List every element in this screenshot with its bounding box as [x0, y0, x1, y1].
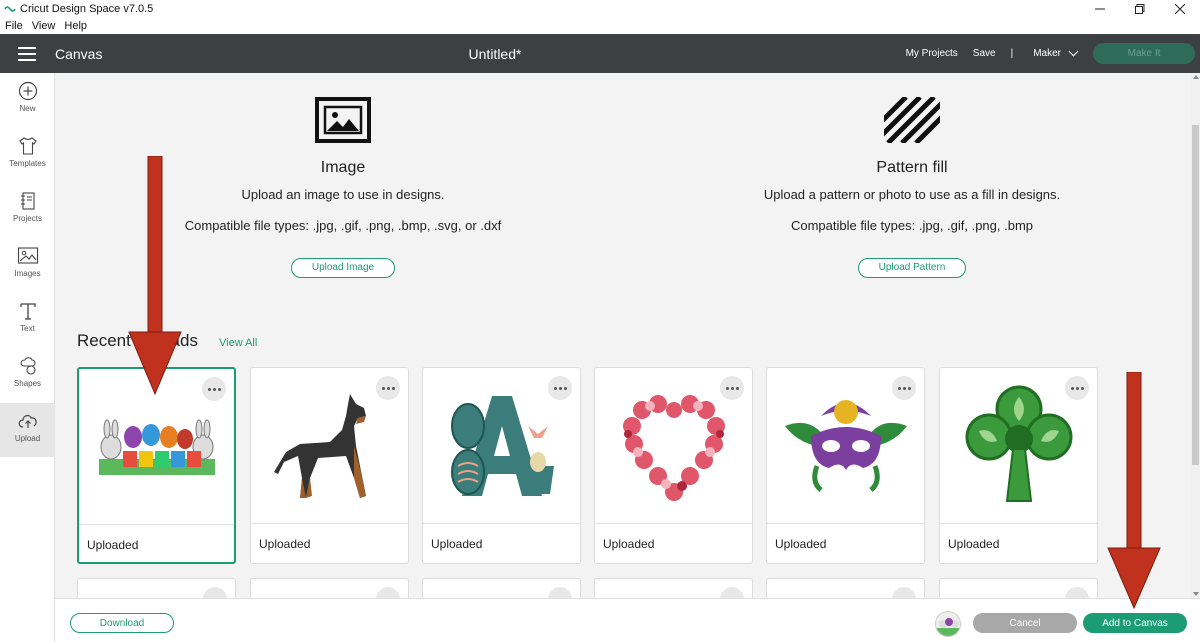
- card-options-icon[interactable]: [892, 376, 916, 400]
- card-label: Uploaded: [87, 538, 139, 552]
- upload-footer: Download Cancel Add to Canvas: [55, 598, 1200, 642]
- sidebar-item-label: Shapes: [13, 379, 42, 388]
- upload-card-4[interactable]: Uploaded: [594, 367, 753, 564]
- close-button[interactable]: [1160, 0, 1200, 18]
- plus-circle-icon: [18, 81, 37, 101]
- card-options-icon[interactable]: [202, 377, 226, 401]
- window-title-bar: Cricut Design Space v7.0.5: [0, 0, 1200, 18]
- sidebar-item-shapes[interactable]: Shapes: [0, 348, 55, 402]
- cancel-button[interactable]: Cancel: [973, 613, 1077, 633]
- menu-help[interactable]: Help: [64, 20, 87, 32]
- sidebar-item-label: Text: [20, 324, 35, 333]
- card-label: Uploaded: [948, 537, 1000, 551]
- add-to-canvas-button[interactable]: Add to Canvas: [1083, 613, 1187, 633]
- card-options-icon[interactable]: [1065, 376, 1089, 400]
- window-controls: [1080, 0, 1200, 18]
- upload-panel: Image Upload an image to use in designs.…: [55, 73, 1191, 598]
- sidebar-item-label: Projects: [13, 214, 42, 223]
- card-options-icon[interactable]: [720, 587, 744, 598]
- menu-file[interactable]: File: [5, 20, 23, 32]
- sidebar-item-projects[interactable]: Projects: [0, 183, 55, 237]
- card-options-icon[interactable]: [376, 587, 400, 598]
- sidebar-item-label: Upload: [14, 434, 41, 443]
- card-label: Uploaded: [775, 537, 827, 551]
- shirt-icon: [18, 137, 37, 155]
- card-options-icon[interactable]: [203, 587, 227, 598]
- main-scrollbar[interactable]: [1191, 73, 1200, 598]
- image-upload-icon: [315, 97, 371, 143]
- sidebar-item-templates[interactable]: Templates: [0, 128, 55, 182]
- upload-pattern-section: Pattern fill Upload a pattern or photo t…: [712, 97, 1112, 278]
- machine-selector[interactable]: Maker: [1033, 46, 1079, 59]
- upload-card-row2[interactable]: [766, 578, 925, 598]
- card-label: Uploaded: [259, 537, 311, 551]
- header-separator: |: [1010, 48, 1014, 59]
- scroll-up-arrow-icon[interactable]: [1193, 75, 1199, 79]
- upload-card-1[interactable]: Uploaded: [77, 367, 236, 564]
- machine-label: Maker: [1033, 48, 1061, 59]
- maximize-button[interactable]: [1120, 0, 1160, 18]
- sidebar-item-label: Templates: [9, 159, 46, 168]
- upload-card-row2[interactable]: [77, 578, 236, 598]
- sidebar-item-label: Images: [14, 269, 41, 278]
- image-heading: Image: [320, 159, 366, 176]
- selected-image-preview: [935, 611, 961, 637]
- document-title: Untitled*: [468, 45, 522, 62]
- pattern-heading: Pattern fill: [876, 159, 948, 176]
- app-header: Canvas Untitled* My Projects Save | Make…: [0, 34, 1200, 73]
- chevron-down-icon: [1068, 46, 1079, 57]
- card-options-icon[interactable]: [720, 376, 744, 400]
- card-options-icon[interactable]: [376, 376, 400, 400]
- upload-card-2[interactable]: Uploaded: [250, 367, 409, 564]
- upload-card-row2[interactable]: [422, 578, 581, 598]
- view-all-link[interactable]: View All: [219, 337, 257, 349]
- sidebar-item-text[interactable]: Text: [0, 293, 55, 347]
- pattern-description: Upload a pattern or photo to use as a fi…: [763, 187, 1061, 202]
- pattern-file-types: Compatible file types: .jpg, .gif, .png,…: [790, 218, 1034, 233]
- scroll-down-arrow-icon[interactable]: [1193, 592, 1199, 596]
- header-actions: My Projects Save | Maker Make It: [906, 34, 1200, 73]
- card-options-icon[interactable]: [548, 376, 572, 400]
- shapes-icon: [20, 357, 36, 375]
- make-it-button[interactable]: Make It: [1093, 43, 1195, 64]
- card-label: Uploaded: [431, 537, 483, 551]
- sidebar-item-upload[interactable]: Upload: [0, 403, 55, 457]
- sidebar-item-new[interactable]: New: [0, 73, 55, 127]
- left-sidebar: New Templates Projects Images Text Shape…: [0, 73, 55, 642]
- minimize-button[interactable]: [1080, 0, 1120, 18]
- card-options-icon[interactable]: [1065, 587, 1089, 598]
- upload-pattern-button[interactable]: Upload Pattern: [857, 258, 967, 278]
- sidebar-item-images[interactable]: Images: [0, 238, 55, 292]
- upload-card-6[interactable]: Uploaded: [939, 367, 1098, 564]
- upload-card-row2[interactable]: [939, 578, 1098, 598]
- card-options-icon[interactable]: [548, 587, 572, 598]
- upload-image-section: Image Upload an image to use in designs.…: [143, 97, 543, 278]
- menu-view[interactable]: View: [32, 20, 56, 32]
- menu-bar: File View Help: [0, 18, 1200, 34]
- upload-card-3[interactable]: Uploaded: [422, 367, 581, 564]
- image-icon: [17, 247, 38, 264]
- image-file-types: Compatible file types: .jpg, .gif, .png,…: [184, 218, 502, 233]
- card-label: Uploaded: [603, 537, 655, 551]
- upload-card-row2[interactable]: [250, 578, 409, 598]
- notebook-icon: [20, 192, 35, 210]
- upload-card-row2[interactable]: [594, 578, 753, 598]
- cricut-app-icon: [4, 5, 16, 13]
- download-button[interactable]: Download: [70, 613, 174, 633]
- my-projects-link[interactable]: My Projects: [906, 48, 958, 59]
- pattern-fill-icon: [884, 97, 940, 143]
- scrollbar-thumb[interactable]: [1192, 125, 1199, 465]
- upload-card-5[interactable]: Uploaded: [766, 367, 925, 564]
- annotation-arrow-down-icon: [1107, 372, 1161, 610]
- image-description: Upload an image to use in designs.: [241, 187, 445, 202]
- save-link[interactable]: Save: [973, 48, 996, 59]
- text-t-icon: [19, 303, 36, 320]
- cloud-upload-icon: [18, 414, 37, 428]
- card-options-icon[interactable]: [892, 587, 916, 598]
- window-title: Cricut Design Space v7.0.5: [20, 3, 154, 15]
- sidebar-item-label: New: [19, 104, 36, 113]
- annotation-arrow-down-icon: [128, 156, 182, 396]
- upload-image-button[interactable]: Upload Image: [290, 258, 396, 278]
